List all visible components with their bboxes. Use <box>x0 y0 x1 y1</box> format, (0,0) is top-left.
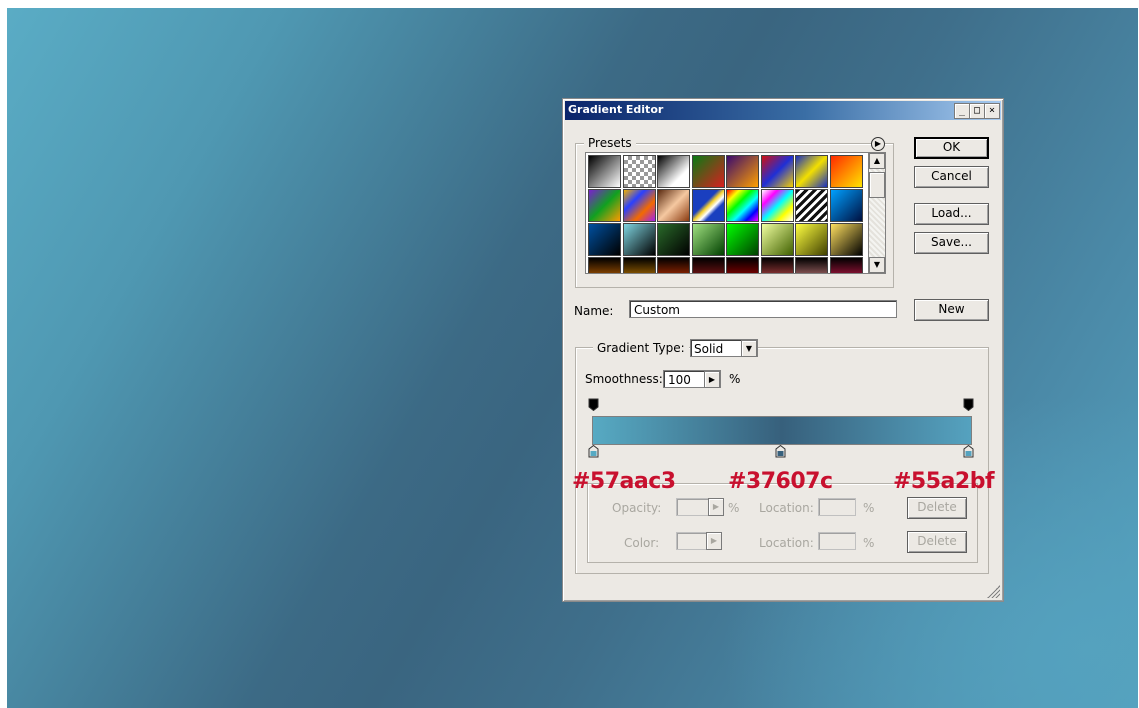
presets-scrollbar[interactable]: ▲ ▼ <box>868 152 886 274</box>
preset-swatch[interactable] <box>726 223 759 256</box>
opacity-input[interactable] <box>676 498 710 516</box>
preset-swatch[interactable] <box>726 257 759 273</box>
opacity-stop-right-icon[interactable] <box>963 398 974 411</box>
resize-grip-icon[interactable] <box>987 585 1000 598</box>
cancel-button[interactable]: Cancel <box>914 166 989 188</box>
preset-swatch[interactable] <box>760 223 794 256</box>
preset-swatch[interactable] <box>588 223 621 256</box>
preset-swatch[interactable] <box>622 155 656 188</box>
annotation-left-hex: #57aac3 <box>572 469 676 494</box>
smoothness-value: 100 <box>668 373 691 387</box>
color-location-unit: % <box>863 536 875 550</box>
preset-swatch[interactable] <box>622 189 656 222</box>
preset-swatch[interactable] <box>691 223 725 256</box>
preset-swatch[interactable] <box>726 155 759 188</box>
chevron-down-icon[interactable]: ▼ <box>741 340 757 357</box>
color-stop-middle-icon[interactable] <box>775 445 786 458</box>
preset-swatch[interactable] <box>829 189 863 222</box>
scroll-thumb[interactable] <box>869 172 885 198</box>
opacity-unit: % <box>728 501 740 515</box>
color-location-label: Location: <box>759 536 814 550</box>
preset-swatch[interactable] <box>691 189 725 222</box>
preset-swatch[interactable] <box>588 155 621 188</box>
preset-swatch[interactable] <box>622 257 656 273</box>
name-input[interactable]: Custom <box>629 300 897 318</box>
preset-swatch[interactable] <box>726 189 759 222</box>
close-button[interactable]: × <box>984 103 1000 119</box>
color-swatch-input[interactable] <box>676 532 708 550</box>
smoothness-unit: % <box>729 372 741 386</box>
color-stop-left-icon[interactable] <box>588 445 599 458</box>
preset-swatch[interactable] <box>829 223 863 256</box>
opacity-delete-button[interactable]: Delete <box>907 497 967 519</box>
window-title: Gradient Editor <box>568 103 664 116</box>
preset-swatch[interactable] <box>760 189 794 222</box>
smoothness-label: Smoothness: <box>585 372 663 386</box>
load-button[interactable]: Load... <box>914 203 989 225</box>
opacity-arrow-icon[interactable]: ▶ <box>708 498 724 516</box>
preset-swatch[interactable] <box>795 223 828 256</box>
save-button[interactable]: Save... <box>914 232 989 254</box>
title-bar[interactable]: Gradient Editor _ □ × <box>565 101 1001 120</box>
gradient-preview-bar[interactable] <box>592 416 972 445</box>
opacity-location-unit: % <box>863 501 875 515</box>
preset-swatch[interactable] <box>622 223 656 256</box>
preset-swatch[interactable] <box>588 189 621 222</box>
preset-swatch[interactable] <box>795 257 828 273</box>
color-arrow-icon[interactable]: ▶ <box>706 532 722 550</box>
preset-swatch[interactable] <box>795 155 828 188</box>
color-label: Color: <box>624 536 660 550</box>
annotation-middle-hex: #37607c <box>728 469 833 494</box>
presets-menu-icon[interactable]: ▶ <box>871 137 885 151</box>
preset-swatch[interactable] <box>760 155 794 188</box>
name-label: Name: <box>574 304 614 318</box>
gradient-type-select[interactable]: Solid ▼ <box>690 339 758 357</box>
presets-grid[interactable] <box>585 152 869 274</box>
opacity-location-label: Location: <box>759 501 814 515</box>
scroll-down-arrow-icon[interactable]: ▼ <box>869 257 885 273</box>
smoothness-input[interactable]: 100 ▶ <box>663 370 721 388</box>
opacity-label: Opacity: <box>612 501 662 515</box>
presets-label: Presets <box>584 136 636 150</box>
opacity-location-input[interactable] <box>818 498 856 516</box>
preset-swatch[interactable] <box>657 257 690 273</box>
preset-swatch[interactable] <box>657 223 690 256</box>
new-button[interactable]: New <box>914 299 989 321</box>
annotation-right-hex: #55a2bf <box>893 469 995 494</box>
gradient-type-value: Solid <box>694 342 724 356</box>
preset-swatch[interactable] <box>760 257 794 273</box>
opacity-stop-left-icon[interactable] <box>588 398 599 411</box>
color-stop-right-icon[interactable] <box>963 445 974 458</box>
color-location-input[interactable] <box>818 532 856 550</box>
color-delete-button[interactable]: Delete <box>907 531 967 553</box>
preset-swatch[interactable] <box>691 257 725 273</box>
gradient-type-label: Gradient Type: <box>593 341 689 355</box>
preset-swatch[interactable] <box>657 189 690 222</box>
preset-swatch[interactable] <box>691 155 725 188</box>
preset-swatch[interactable] <box>795 189 828 222</box>
minimize-button[interactable]: _ <box>954 103 970 119</box>
ok-button[interactable]: OK <box>914 137 989 159</box>
preset-swatch[interactable] <box>829 257 863 273</box>
preset-swatch[interactable] <box>829 155 863 188</box>
maximize-button[interactable]: □ <box>969 103 985 119</box>
preset-swatch[interactable] <box>657 155 690 188</box>
smoothness-arrow-icon[interactable]: ▶ <box>704 371 720 388</box>
preset-swatch[interactable] <box>588 257 621 273</box>
scroll-up-arrow-icon[interactable]: ▲ <box>869 153 885 169</box>
